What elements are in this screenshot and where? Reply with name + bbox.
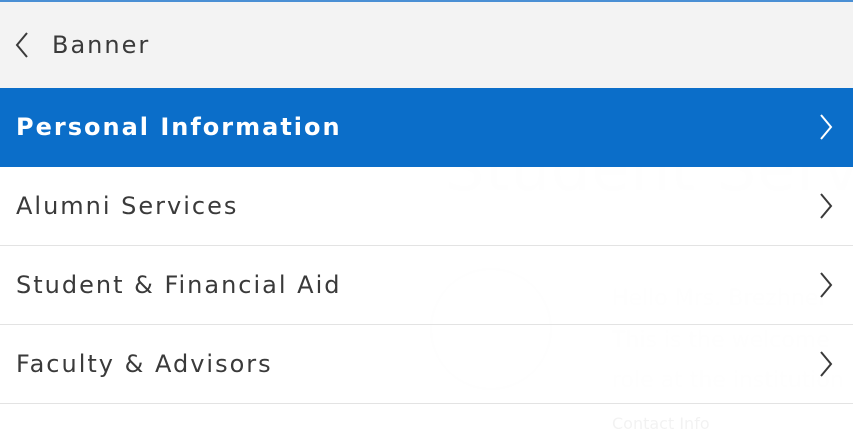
chevron-right-icon	[815, 347, 837, 381]
menu-item-label: Faculty & Advisors	[16, 350, 273, 378]
chevron-right-icon	[815, 110, 837, 144]
chevron-right-icon	[815, 268, 837, 302]
chevron-left-icon[interactable]	[14, 28, 40, 62]
menu-item-alumni-services[interactable]: Alumni Services	[0, 167, 853, 246]
menu-item-student-financial-aid[interactable]: Student & Financial Aid	[0, 246, 853, 325]
menu-item-label: Student & Financial Aid	[16, 271, 342, 299]
menu-header-title: Banner	[52, 31, 151, 59]
menu-item-label: Personal Information	[16, 113, 342, 141]
screen: Student Serv Hello Mrs. Brezhner This is…	[0, 0, 853, 441]
navigation-menu: Banner Personal Information Alumni Servi…	[0, 2, 853, 404]
menu-item-personal-information[interactable]: Personal Information	[0, 88, 853, 167]
chevron-right-icon	[815, 189, 837, 223]
background-text-line: Contact Info	[612, 414, 710, 433]
menu-header[interactable]: Banner	[0, 2, 853, 88]
menu-item-faculty-advisors[interactable]: Faculty & Advisors	[0, 325, 853, 404]
menu-item-label: Alumni Services	[16, 192, 239, 220]
